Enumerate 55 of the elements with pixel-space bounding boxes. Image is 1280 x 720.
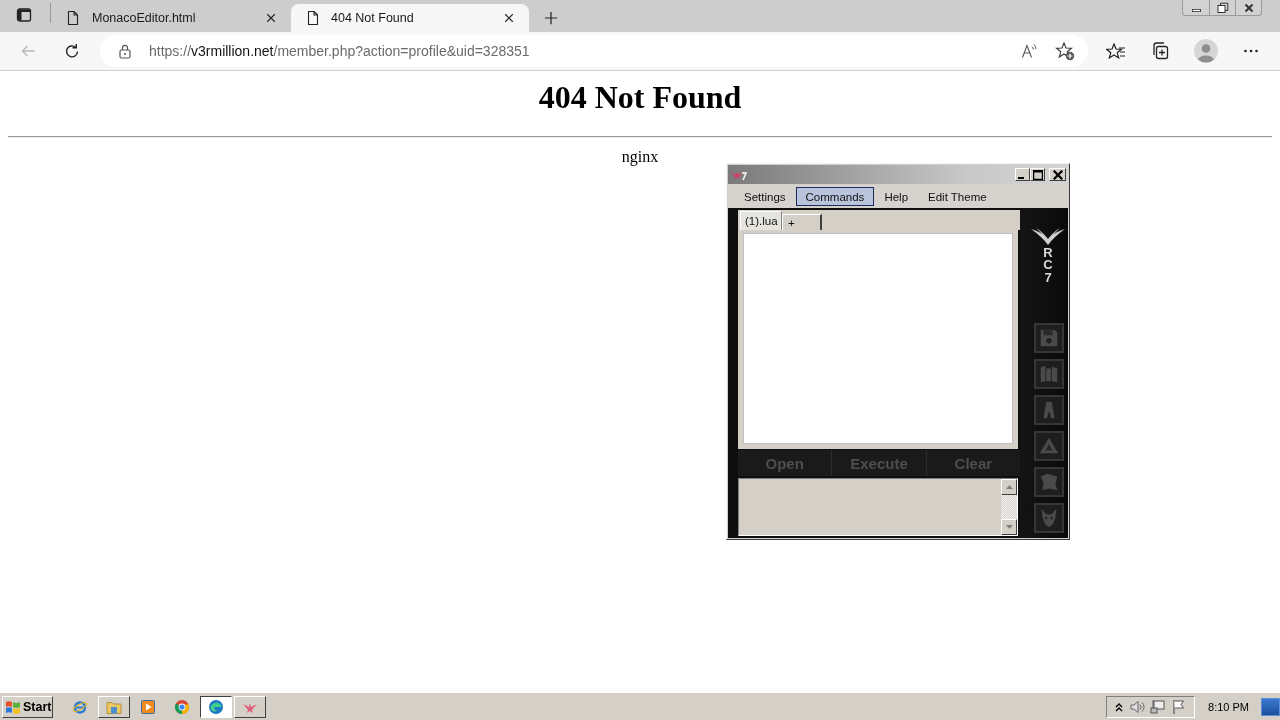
restore-icon [1216, 1, 1229, 14]
minimize-button[interactable] [1015, 168, 1030, 181]
close-icon [504, 13, 514, 23]
e-logo-icon [72, 698, 88, 715]
down-arrow-icon [1005, 525, 1013, 529]
back-arrow-icon [20, 43, 36, 59]
minimize-icon [1018, 176, 1024, 179]
flag-logo-icon [5, 698, 21, 715]
clock: 8:10 PM [1208, 700, 1249, 713]
logo-text: RC7 [1042, 247, 1054, 285]
chevron-up-icon [1113, 701, 1124, 712]
floppy-icon [1038, 327, 1060, 349]
star-list-icon [1106, 41, 1126, 61]
start-button[interactable]: Start [2, 695, 53, 718]
show-desktop-button[interactable] [1261, 697, 1280, 716]
server-name: nginx [621, 148, 659, 166]
editor-tab[interactable]: (1).lua [740, 211, 782, 230]
star-plus-icon [1055, 41, 1075, 61]
menu-item[interactable]: Settings [734, 187, 796, 206]
maximize-button[interactable] [1030, 168, 1045, 181]
page-heading: 404 Not Found [538, 79, 742, 116]
avatar-icon [1194, 39, 1218, 63]
scroll-up-button[interactable] [1001, 479, 1017, 495]
up-arrow-icon [1005, 485, 1013, 489]
editor-tab[interactable]: + [782, 214, 822, 230]
browser-tab[interactable]: 404 Not Found [291, 4, 529, 32]
tab-actions-icon [16, 7, 32, 23]
close-icon [266, 13, 276, 23]
output-field[interactable] [738, 478, 1018, 536]
lock-icon [117, 43, 133, 59]
page-icon [305, 10, 321, 26]
play-icon [140, 698, 156, 715]
menu-item[interactable]: Help [874, 187, 919, 206]
close-icon [1052, 169, 1063, 180]
taskbar-button[interactable] [200, 695, 232, 718]
speaker-icon [1128, 698, 1145, 715]
browser-tab[interactable]: MonacoEditor.html [55, 4, 291, 32]
maximize-icon [1032, 169, 1043, 180]
blocks-icon [1038, 363, 1060, 385]
menu-item[interactable]: Edit Theme [918, 187, 997, 206]
swirl-icon [208, 698, 224, 715]
page-icon [65, 10, 81, 26]
wheel-icon [174, 698, 190, 715]
close-icon [1243, 2, 1254, 13]
address-bar[interactable]: https://v3rmillion.net/member.php?action=profile&uid=328351 [100, 35, 1088, 67]
scroll-down-button[interactable] [1001, 519, 1017, 535]
minimize-icon [1191, 8, 1201, 12]
refresh-icon [64, 43, 80, 59]
menu-item[interactable]: Commands [795, 187, 875, 206]
network-icon [1150, 698, 1167, 715]
collections-icon [1150, 41, 1170, 61]
patch-icon [1038, 471, 1060, 493]
plus-icon [544, 11, 558, 25]
read-aloud-icon [1021, 43, 1037, 59]
wings-icon [1031, 228, 1065, 246]
